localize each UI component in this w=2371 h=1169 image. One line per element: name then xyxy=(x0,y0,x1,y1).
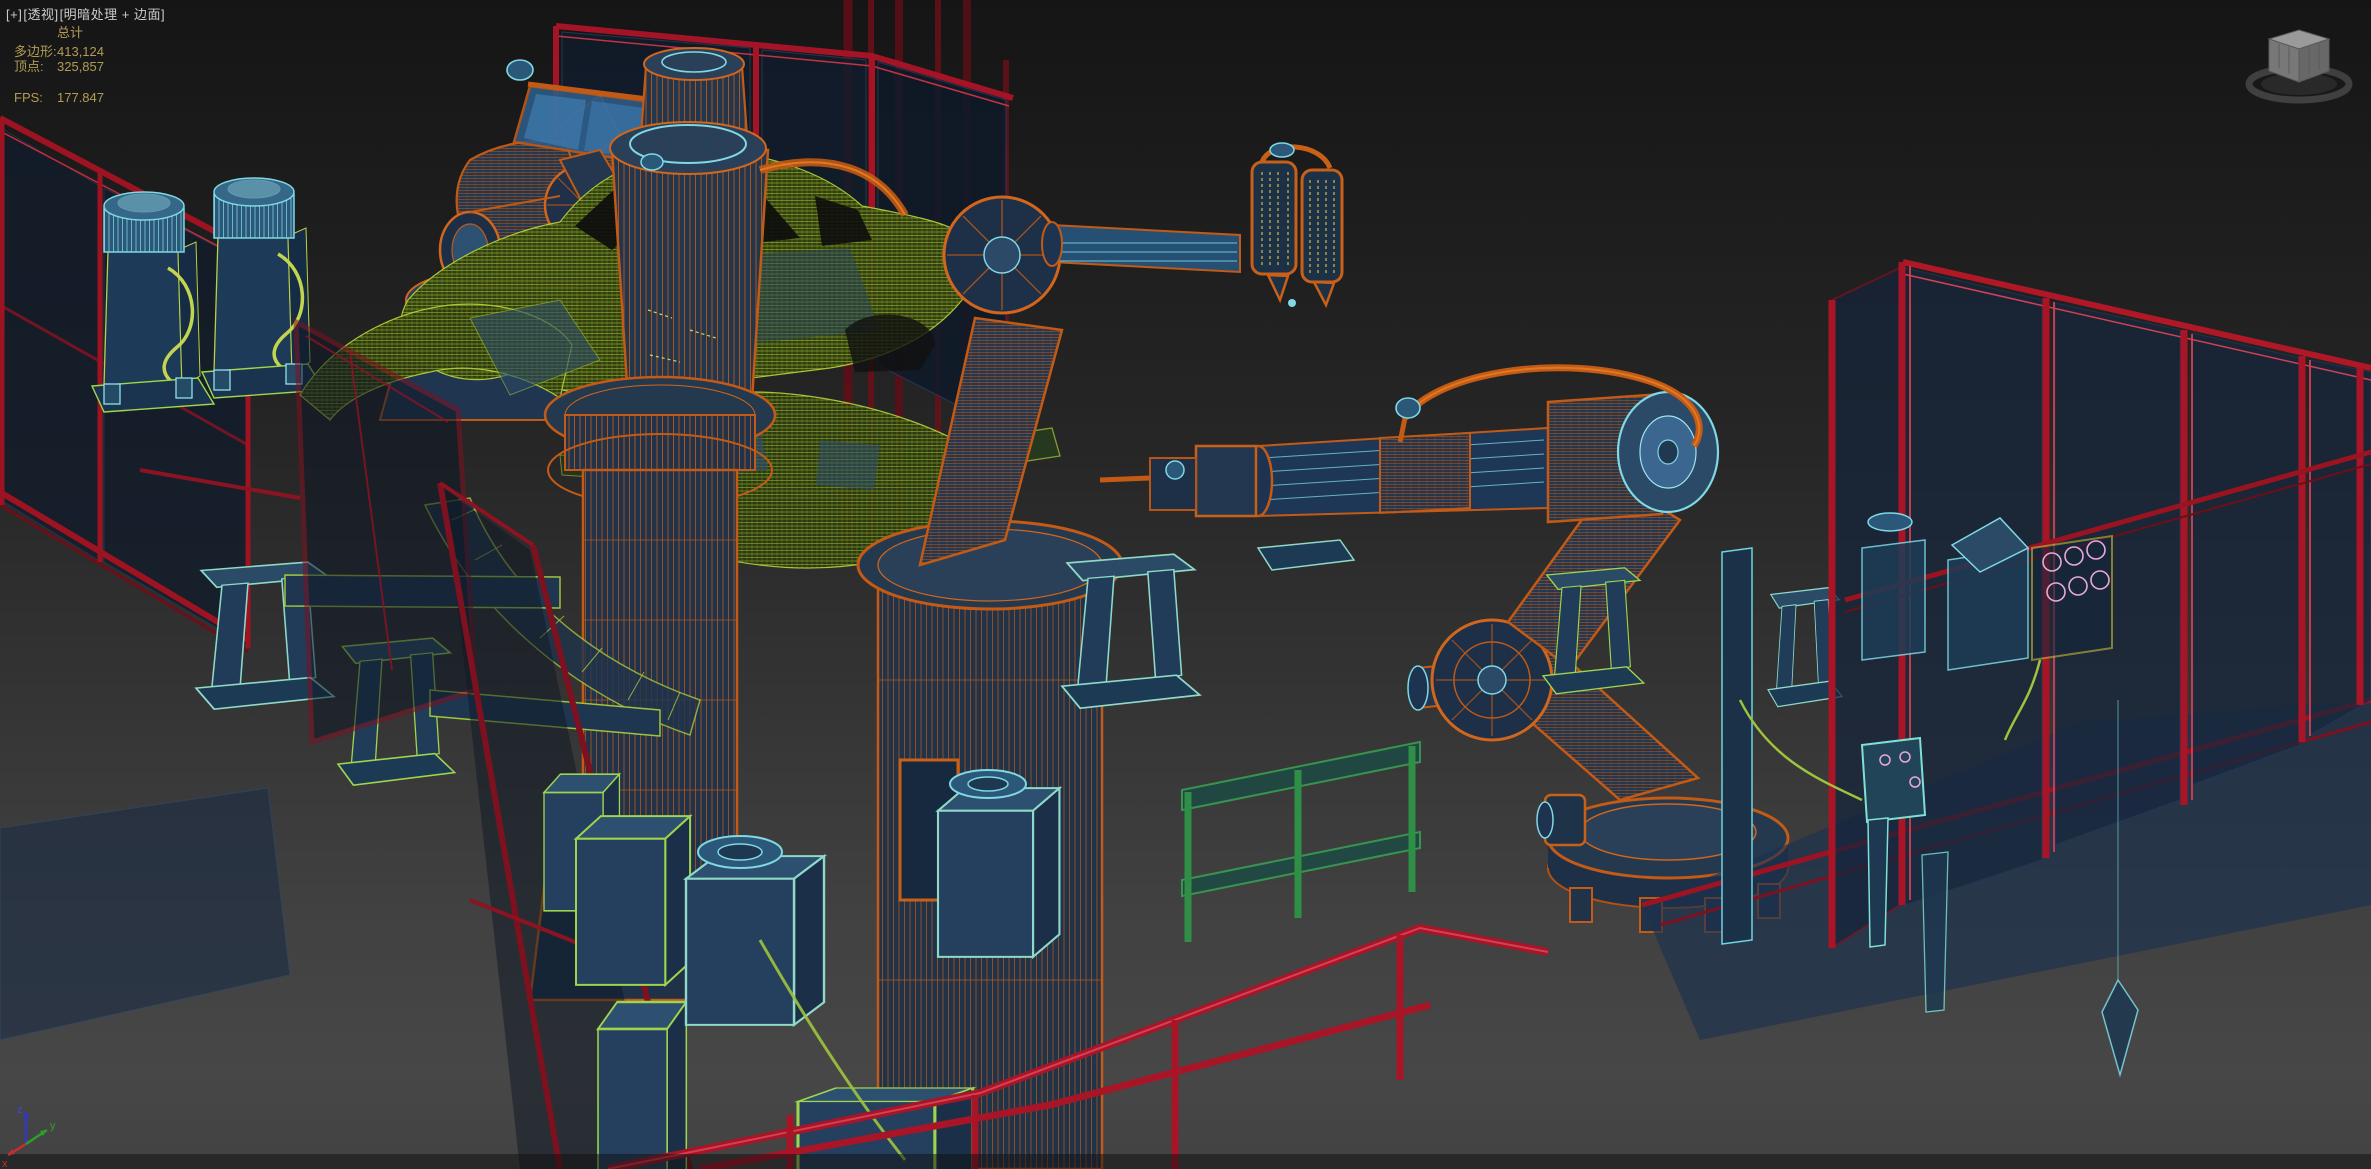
viewport-pov-menu[interactable]: [透视] xyxy=(23,7,58,22)
cable-pump-station-1[interactable] xyxy=(90,190,216,414)
world-axis-gizmo: z x y xyxy=(2,1104,56,1169)
axis-z-label: z xyxy=(17,1104,23,1116)
stats-vertices-row: 顶点: 325,857 xyxy=(0,60,104,74)
stats-vertices-label: 顶点: xyxy=(14,59,44,74)
viewport[interactable]: [+][透视][明暗处理 + 边面] 总计 多边形: 413,124 顶点: 3… xyxy=(0,0,2371,1169)
axis-y-label: y xyxy=(50,1120,56,1132)
green-guard-railing[interactable] xyxy=(1181,740,1421,942)
handling-robot-right[interactable] xyxy=(1099,364,1790,933)
stats-fps-value: 177.847 xyxy=(57,90,104,105)
viewport-canvas[interactable] xyxy=(0,0,2371,1169)
viewport-shading-menu[interactable]: [明暗处理 + 边面] xyxy=(60,7,166,22)
stats-vertices-value: 325,857 xyxy=(57,59,104,74)
statistics-overlay: 总计 多边形: 413,124 顶点: 325,857 FPS: 177.847 xyxy=(0,26,104,106)
stats-polygons-label: 多边形: xyxy=(14,44,57,59)
viewport-general-menu[interactable]: [+] xyxy=(6,7,22,22)
viewport-bottom-edge xyxy=(0,1154,2371,1169)
viewport-label: [+][透视][明暗处理 + 边面] xyxy=(6,4,166,23)
axis-x-label: x xyxy=(2,1158,8,1169)
stats-fps-row: FPS: 177.847 xyxy=(0,91,104,105)
stats-polygons-value: 413,124 xyxy=(57,44,104,59)
stats-total-label: 总计 xyxy=(57,25,84,40)
stats-fps-label: FPS: xyxy=(14,90,43,105)
view-cube-icon[interactable] xyxy=(2241,12,2361,122)
stats-polygons-row: 多边形: 413,124 xyxy=(0,45,104,59)
